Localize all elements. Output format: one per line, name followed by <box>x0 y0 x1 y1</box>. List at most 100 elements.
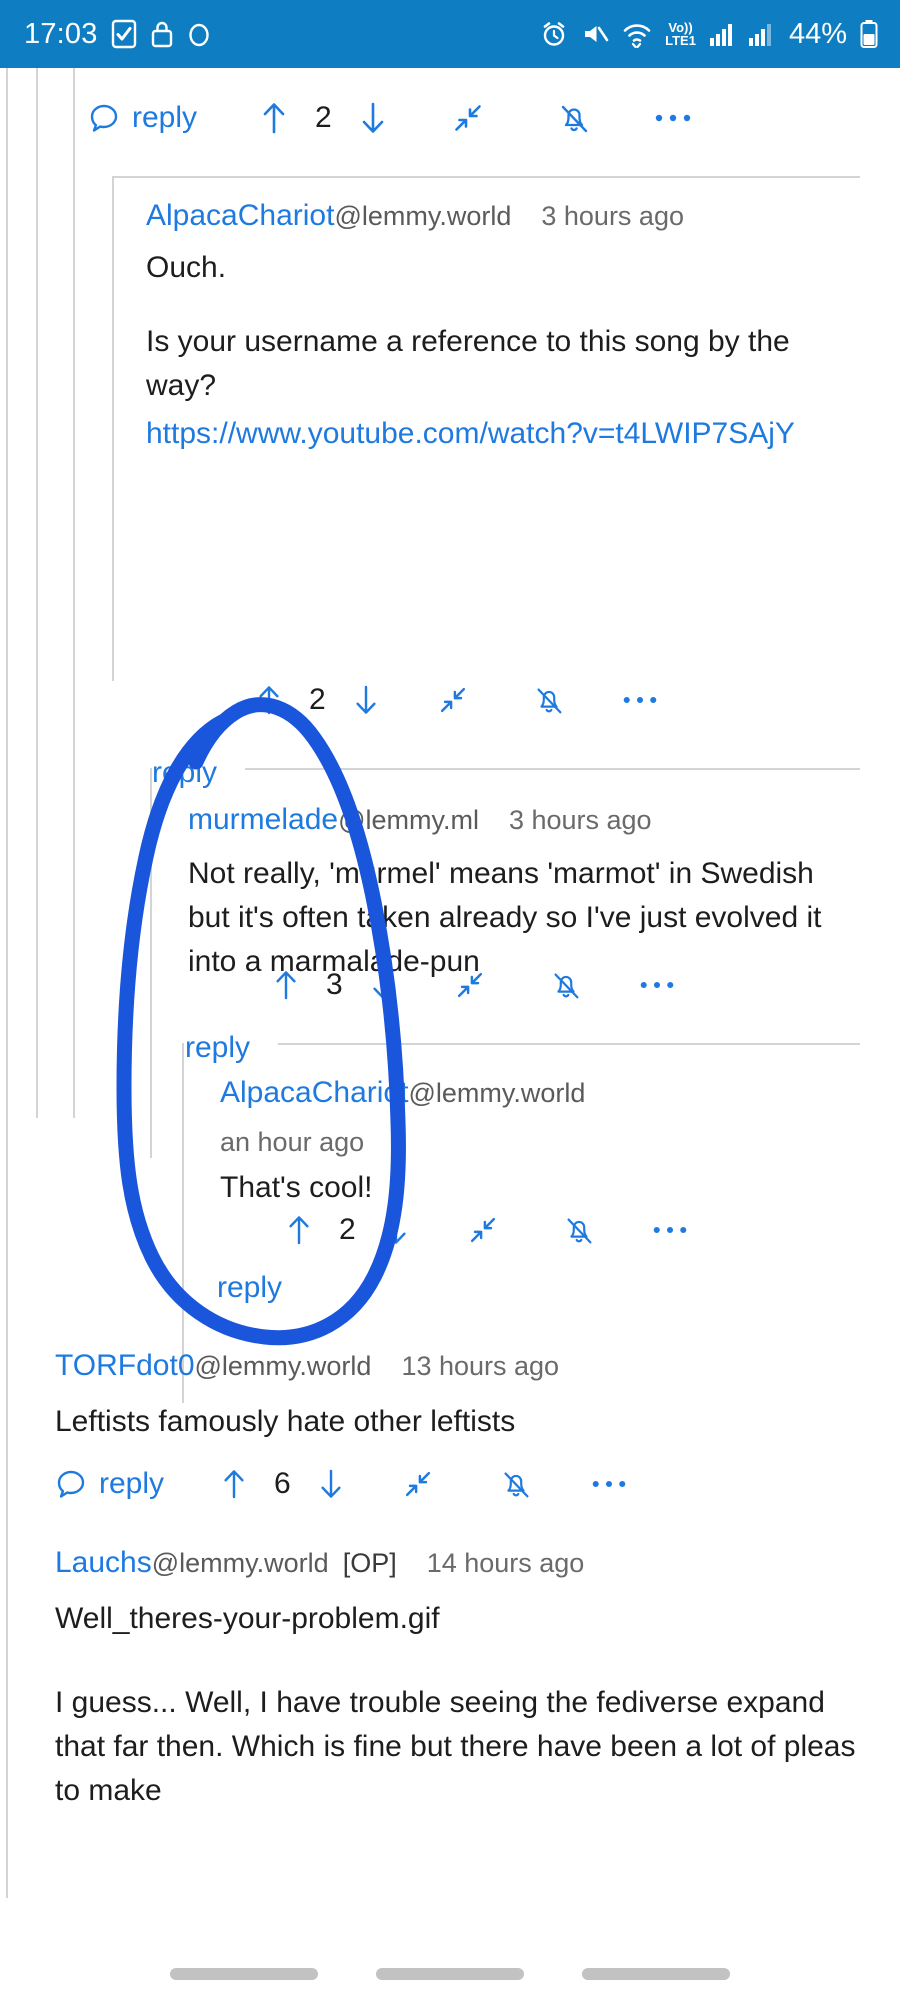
comment-1[interactable]: AlpacaChariot @lemmy.world 3 hours ago Ou… <box>146 196 860 455</box>
comment-4-body: Leftists famously hate other leftists <box>55 1400 855 1444</box>
comment-2-instance: @lemmy.ml <box>338 805 479 835</box>
comment-3[interactable]: AlpacaChariot @lemmy.world an hour ago Th… <box>220 1073 865 1210</box>
more-button-comment-2[interactable] <box>639 978 675 992</box>
status-bar-right: Vo)) LTE1 44% <box>540 19 878 49</box>
arrow-down-icon <box>369 968 397 1002</box>
wifi-icon <box>622 20 652 48</box>
score-parent: 2 <box>315 101 332 134</box>
bell-off-icon <box>556 100 592 136</box>
arrow-down-icon <box>358 100 388 136</box>
collapse-arrows-icon <box>436 683 470 717</box>
more-button-comment-4[interactable] <box>591 1477 627 1491</box>
comment-1-instance: @lemmy.world <box>334 201 512 231</box>
more-button-parent[interactable] <box>654 111 692 125</box>
mute-button-comment-4[interactable] <box>499 1467 533 1501</box>
arrow-up-icon <box>259 100 289 136</box>
comment-5[interactable]: Lauchs @lemmy.world [OP] 14 hours ago Wel… <box>55 1543 865 1812</box>
collapse-button-parent[interactable] <box>450 100 486 136</box>
arrow-down-icon <box>382 1213 410 1247</box>
collapse-arrows-icon <box>401 1467 435 1501</box>
phone-screen: 17:03 Vo)) LTE1 44% reply 2 AlpacaChario… <box>0 0 900 2000</box>
reply-button-parent[interactable]: reply <box>88 101 197 135</box>
comment-1-paragraph-1: Ouch. <box>146 251 227 285</box>
arrow-up-icon <box>285 1213 313 1247</box>
comment-4-instance: @lemmy.world <box>194 1351 372 1381</box>
action-bar-parent[interactable]: reply 2 <box>88 90 788 146</box>
status-bar-clock: 17:03 <box>24 17 98 50</box>
mute-button-comment-3[interactable] <box>562 1213 596 1247</box>
back-pill[interactable] <box>582 1968 730 1980</box>
lock-icon <box>150 19 174 49</box>
bell-off-icon <box>499 1467 533 1501</box>
battery-percent-label: 44% <box>788 17 847 50</box>
downvote-button-comment-3[interactable] <box>382 1213 410 1247</box>
arrow-down-icon <box>317 1467 345 1501</box>
comment-4[interactable]: TORFdot0 @lemmy.world 13 hours ago Leftis… <box>55 1346 855 1444</box>
reply-link-comment-1[interactable]: reply <box>152 758 217 788</box>
downvote-button-parent[interactable] <box>358 100 388 136</box>
upvote-button-comment-3[interactable] <box>285 1213 313 1247</box>
comment-5-paragraph-1: Well_theres-your-problem.gif <box>55 1602 440 1636</box>
reply-label-comment-4: reply <box>99 1467 165 1500</box>
mute-button-comment-2[interactable] <box>549 968 583 1002</box>
upvote-button-comment-4[interactable] <box>220 1467 248 1501</box>
more-horizontal-icon <box>654 111 692 125</box>
collapse-button-comment-2[interactable] <box>453 968 487 1002</box>
comment-2[interactable]: murmelade @lemmy.ml 3 hours ago Not reall… <box>188 800 863 984</box>
recents-pill[interactable] <box>170 1968 318 1980</box>
action-bar-comment-3[interactable]: 2 <box>285 1203 885 1257</box>
action-bar-comment-4[interactable]: reply 6 <box>55 1456 755 1512</box>
reply-link-comment-3[interactable]: reply <box>217 1273 282 1303</box>
collapse-button-comment-1[interactable] <box>436 683 470 717</box>
speech-bubble-icon <box>55 1467 89 1501</box>
bell-off-icon <box>562 1213 596 1247</box>
upvote-button-comment-2[interactable] <box>272 968 300 1002</box>
comment-4-header: TORFdot0 @lemmy.world 13 hours ago <box>55 1346 855 1386</box>
more-button-comment-3[interactable] <box>652 1223 688 1237</box>
downvote-button-comment-4[interactable] <box>317 1467 345 1501</box>
score-comment-3: 2 <box>339 1213 356 1246</box>
bell-off-icon <box>532 683 566 717</box>
comment-thread-scroll[interactable]: reply 2 AlpacaChariot @lemmy.world 3 hou… <box>0 68 900 1968</box>
comment-5-body: Well_theres-your-problem.gif I guess... … <box>55 1597 865 1812</box>
comment-4-username[interactable]: TORFdot0 <box>55 1346 195 1386</box>
alarm-icon <box>540 20 568 48</box>
arrow-down-icon <box>352 683 380 717</box>
battery-icon <box>860 19 878 49</box>
upvote-button-comment-1[interactable] <box>255 683 283 717</box>
arrow-up-icon <box>220 1467 248 1501</box>
home-pill[interactable] <box>376 1968 524 1980</box>
comment-2-username[interactable]: murmelade <box>188 800 338 840</box>
mute-button-comment-1[interactable] <box>532 683 566 717</box>
reply-link-comment-2[interactable]: reply <box>185 1033 250 1063</box>
action-bar-comment-1[interactable]: 2 <box>255 673 875 727</box>
comment-3-timestamp: an hour ago <box>220 1127 365 1158</box>
comment-3-header: AlpacaChariot @lemmy.world <box>220 1073 865 1113</box>
more-horizontal-icon <box>652 1223 688 1237</box>
comment-3-username[interactable]: AlpacaChariot <box>220 1073 408 1113</box>
comment-3-timestamp-row: an hour ago <box>220 1127 865 1158</box>
comment-5-timestamp: 14 hours ago <box>426 1548 585 1578</box>
collapse-button-comment-3[interactable] <box>466 1213 500 1247</box>
thread-rail-depth-2 <box>73 68 75 1118</box>
comment-2-header: murmelade @lemmy.ml 3 hours ago <box>188 800 863 840</box>
mute-button-parent[interactable] <box>556 100 592 136</box>
arrow-up-icon <box>255 683 283 717</box>
comment-3-top-separator <box>278 1043 860 1045</box>
comment-1-link[interactable]: https://www.youtube.com/watch?v=t4LWIP7S… <box>146 412 860 456</box>
reply-button-comment-4[interactable]: reply <box>55 1467 164 1501</box>
more-horizontal-icon <box>591 1477 627 1491</box>
score-comment-1: 2 <box>309 683 326 716</box>
downvote-button-comment-2[interactable] <box>369 968 397 1002</box>
more-button-comment-1[interactable] <box>622 693 658 707</box>
collapse-button-comment-4[interactable] <box>401 1467 435 1501</box>
comment-4-timestamp: 13 hours ago <box>401 1351 560 1381</box>
comment-1-rail <box>112 176 114 681</box>
comment-1-username[interactable]: AlpacaChariot <box>146 196 334 236</box>
downvote-button-comment-1[interactable] <box>352 683 380 717</box>
android-nav-bar[interactable] <box>0 1948 900 2000</box>
checkbox-checked-icon <box>111 19 137 49</box>
comment-5-username[interactable]: Lauchs <box>55 1543 152 1583</box>
upvote-button-parent[interactable] <box>259 100 289 136</box>
action-bar-comment-2[interactable]: 3 <box>272 958 872 1012</box>
